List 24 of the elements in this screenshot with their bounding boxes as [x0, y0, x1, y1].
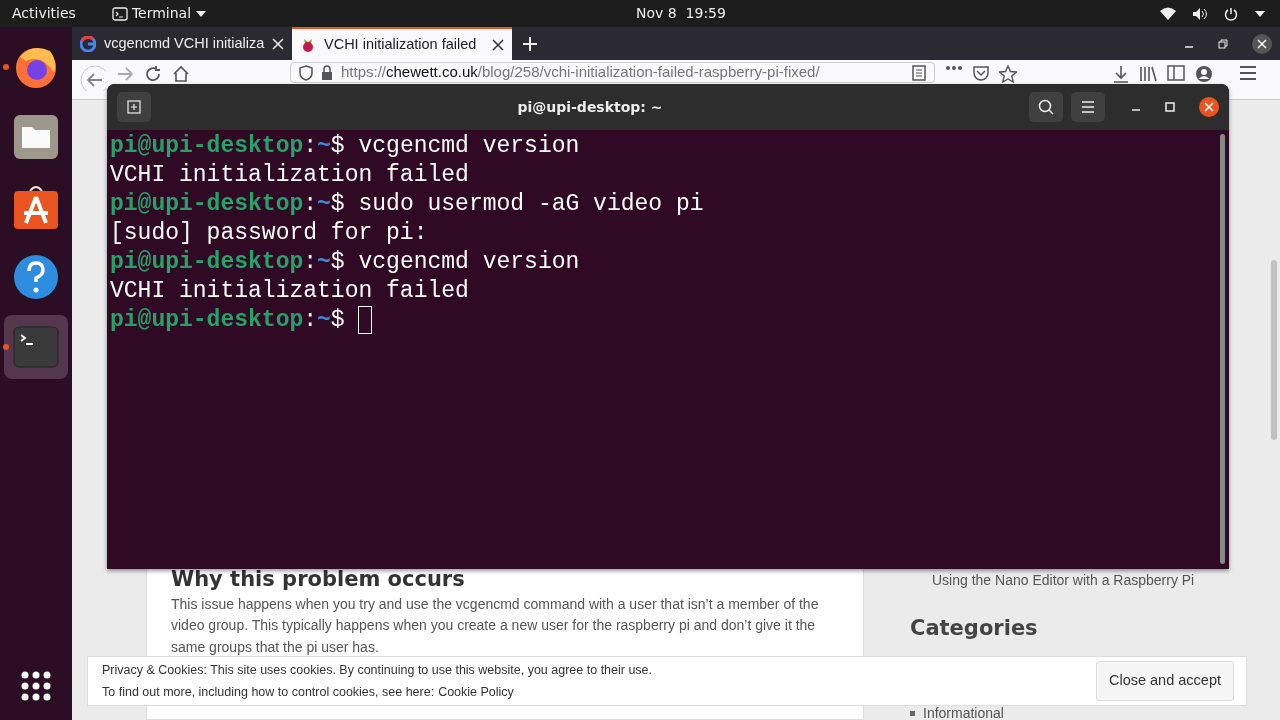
- url-text: https://chewett.co.uk/blog/258/vchi-initialization-failed-raspberry-pi-fixed/: [341, 63, 820, 82]
- prompt-line: pi@upi-desktop:~$ vcgencmd version: [110, 133, 580, 159]
- category-link[interactable]: Informational: [923, 702, 1004, 720]
- prompt-line: pi@upi-desktop:~$: [110, 307, 346, 333]
- cookie-notice: Privacy & Cookies: This site uses cookies. By continuing to use this website, you agree to their use.: [102, 661, 653, 679]
- address-bar[interactable]: https://chewett.co.uk/blog/258/vchi-initialization-failed-raspberry-pi-fixed/: [290, 62, 935, 83]
- window-title: pi@upi-desktop: ~: [516, 97, 664, 117]
- output-line: [sudo] password for pi:: [110, 220, 428, 246]
- clock[interactable]: Nov 8 19:59: [636, 3, 726, 24]
- output-line: VCHI initialization failed: [110, 162, 469, 188]
- section-heading: Why this problem occurs: [171, 566, 466, 593]
- sidebar-link[interactable]: Using the Nano Editor with a Raspberry Pi: [932, 570, 1224, 591]
- prompt-line: pi@upi-desktop:~$ sudo usermod -aG video pi: [110, 191, 704, 217]
- cookie-notice: To find out more, including how to control cookies, see here:: [102, 683, 435, 701]
- browser-tab[interactable]: vcgencmd VCHI initializa: [72, 27, 292, 60]
- article-paragraph: This issue happens when you try and use the vcgencmd command with a user that isn’t a member of the video group. This typically happens when you create a new user for the raspberry pi and don’t give it the same groups that the pi user has.: [171, 594, 820, 657]
- activities-button[interactable]: Activities: [12, 3, 76, 24]
- browser-tab[interactable]: VCHI initialization failed: [292, 27, 512, 60]
- output-line: VCHI initialization failed: [110, 278, 469, 304]
- app-menu[interactable]: Terminal: [111, 3, 208, 24]
- sidebar-heading: Categories: [910, 615, 1039, 642]
- cookie-policy-link[interactable]: Cookie Policy: [438, 682, 514, 702]
- close-accept-button[interactable]: Close and accept: [1095, 661, 1234, 701]
- prompt-line: pi@upi-desktop:~$ vcgencmd version: [110, 249, 580, 275]
